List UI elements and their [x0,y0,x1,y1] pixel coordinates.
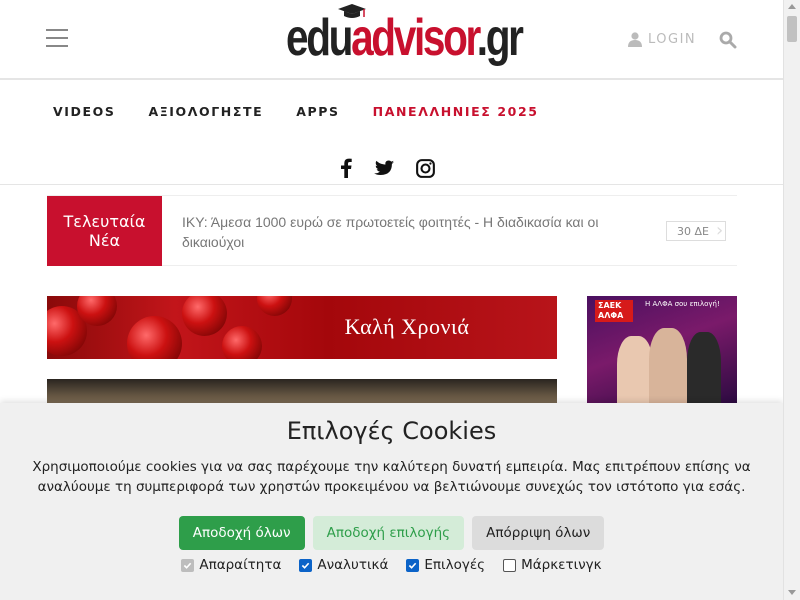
page: eduadvisor.gr LOGIN VIDEOS ΑΞΙΟΛΟΓΗΣΤΕ A [0,0,800,600]
instagram-icon[interactable] [416,158,435,182]
login-button[interactable]: LOGIN [628,32,696,47]
login-label: LOGIN [648,32,697,47]
graduation-cap-icon [338,4,366,18]
ornament-image [127,316,182,359]
checkbox-label: Μάρκετινγκ [521,557,602,573]
reject-all-button[interactable]: Απόρριψη όλων [472,516,605,550]
accept-selection-button[interactable]: Αποδοχή επιλογής [312,516,465,550]
search-icon[interactable] [719,31,737,49]
ad-logo: ΣΑΕΚ ΑΛΦΑ [595,300,633,322]
new-year-banner[interactable]: Καλή Χρονιά [47,296,557,359]
ad-person-image [617,336,653,406]
checkbox-marketing[interactable]: Μάρκετινγκ [503,557,602,573]
checkmark-icon [181,558,195,572]
nav-item-panellinies[interactable]: ΠΑΝΕΛΛΗΝΙΕΣ 2025 [373,104,539,119]
user-icon [628,32,642,47]
ornament-image [222,326,262,359]
checkbox-necessary[interactable]: Απαραίτητα [181,557,281,573]
checkbox-label: Αναλυτικά [317,557,389,573]
banner-text: Καλή Χρονιά [344,314,470,339]
logo-text-advisor: advisor [351,9,479,67]
facebook-icon[interactable] [340,158,352,182]
scrollbar-thumb[interactable] [787,16,797,42]
scroll-down-arrow-icon[interactable] [788,590,796,595]
checkbox-label: Επιλογές [424,557,486,573]
site-logo[interactable]: eduadvisor.gr [284,0,524,80]
ad-tagline: Η ΑΛΦΑ σου επιλογή! [645,300,720,308]
site-header: eduadvisor.gr LOGIN [0,0,783,80]
cookie-checkbox-group: Απαραίτητα Αναλυτικά Επιλογές Μάρκετινγκ [0,557,783,573]
ad-person-image [687,332,721,406]
main-nav: VIDEOS ΑΞΙΟΛΟΓΗΣΤΕ APPS ΠΑΝΕΛΛΗΝΙΕΣ 2025 [0,80,783,185]
ticker-label: Τελευταία Νέα [47,196,162,266]
cookie-consent-panel: Επιλογές Cookies Χρησιμοποιούμε cookies … [0,403,783,600]
side-advertisement[interactable]: ΣΑΕΚ ΑΛΦΑ Η ΑΛΦΑ σου επιλογή! [587,296,737,406]
page-scrollbar[interactable] [783,0,800,600]
ornament-image [257,296,292,316]
checkmark-icon [299,558,313,572]
empty-checkbox-icon [503,558,517,572]
nav-item-axiologiste[interactable]: ΑΞΙΟΛΟΓΗΣΤΕ [148,104,263,119]
cookie-description: Χρησιμοποιούμε cookies για να σας παρέχο… [32,459,751,495]
nav-item-videos[interactable]: VIDEOS [53,104,115,119]
menu-icon[interactable] [46,29,68,47]
checkmark-icon [406,558,420,572]
news-ticker: Τελευταία Νέα ΙΚΥ: Άμεσα 1000 ευρώ σε πρ… [47,195,737,266]
logo-text-gr: .gr [476,9,524,67]
social-links [340,158,435,182]
chevron-right-icon[interactable]: › [716,221,736,241]
scroll-up-arrow-icon[interactable] [788,4,796,9]
accept-all-button[interactable]: Αποδοχή όλων [178,516,305,550]
ad-person-image [649,328,687,406]
checkbox-analytics[interactable]: Αναλυτικά [299,557,388,573]
twitter-icon[interactable] [374,160,394,181]
nav-item-apps[interactable]: APPS [296,104,339,119]
ornament-image [182,296,227,336]
ticker-headline[interactable]: ΙΚΥ: Άμεσα 1000 ευρώ σε πρωτοετείς φοιτη… [182,212,612,252]
cookie-title: Επιλογές Cookies [286,417,497,445]
checkbox-label: Απαραίτητα [199,557,282,573]
checkbox-preferences[interactable]: Επιλογές [406,557,485,573]
